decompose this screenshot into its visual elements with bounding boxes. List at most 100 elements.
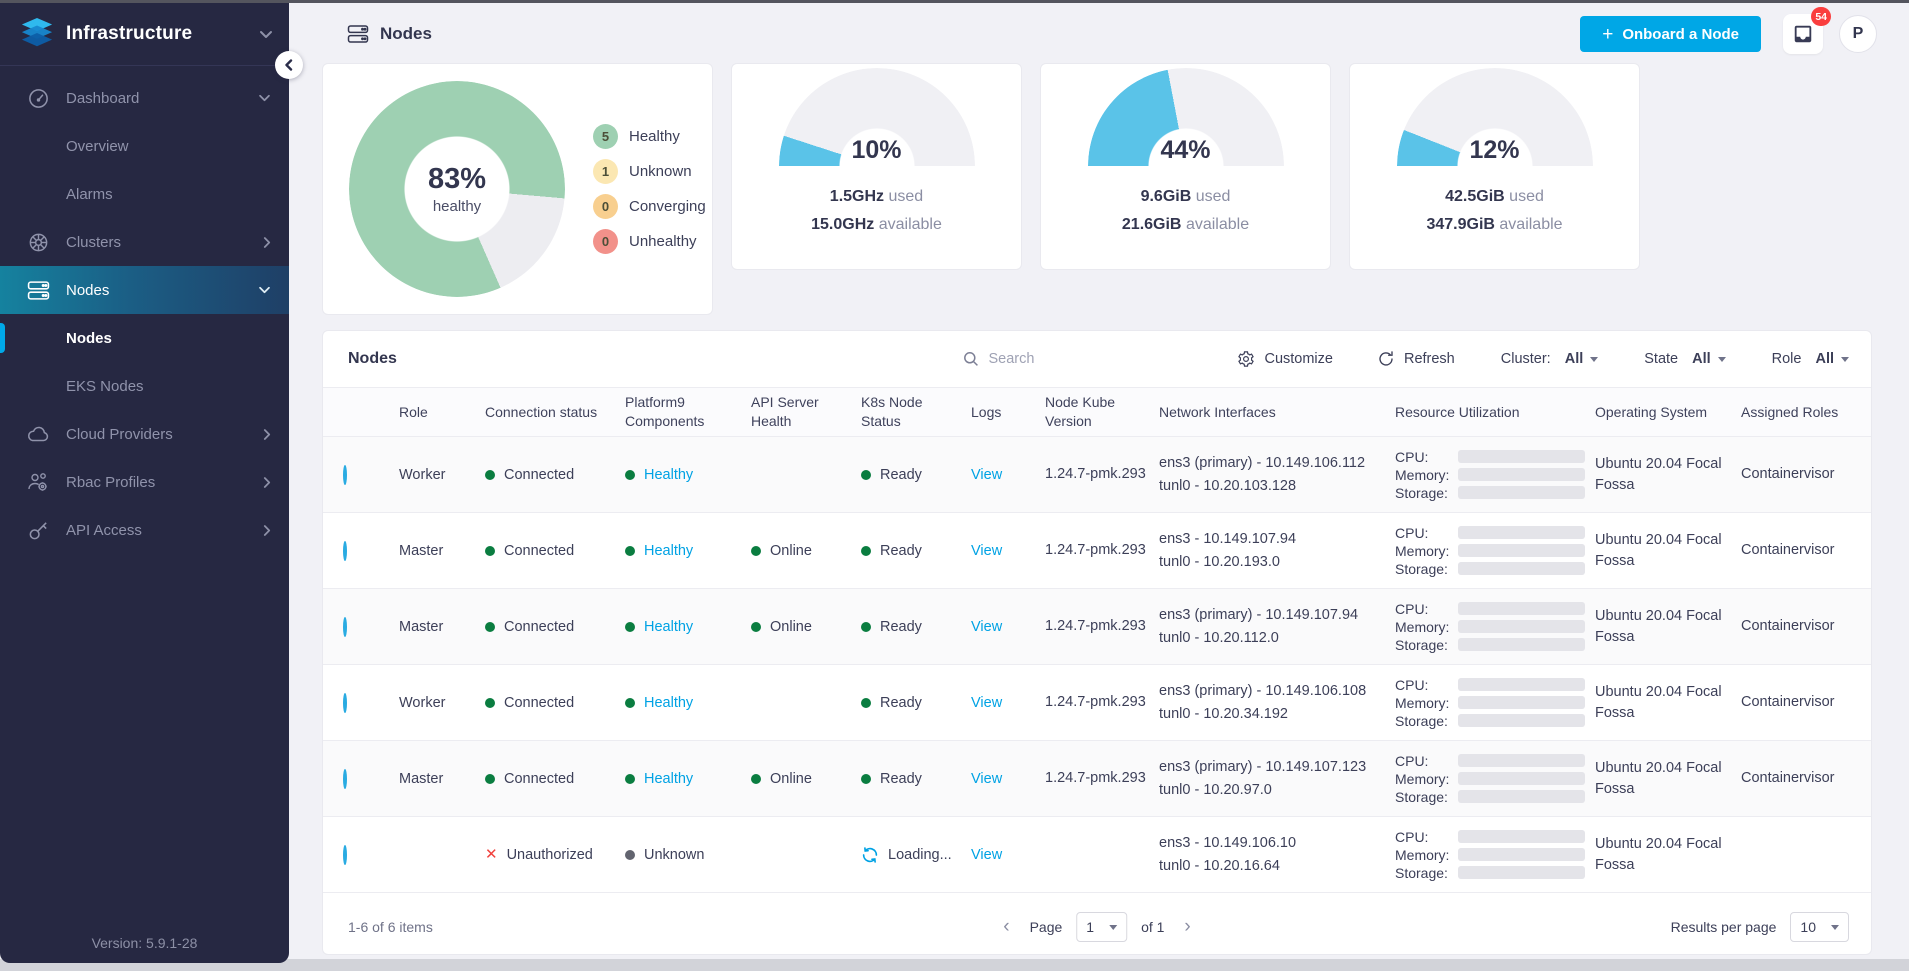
memory-bar	[1458, 620, 1585, 633]
view-logs-link[interactable]: View	[971, 467, 1002, 483]
page-select[interactable]: 1	[1076, 912, 1127, 942]
k8s-node-status-cell: Ready	[861, 467, 971, 483]
search-box[interactable]	[963, 351, 1193, 367]
avatar[interactable]: P	[1839, 15, 1877, 53]
status-text[interactable]: Healthy	[644, 695, 693, 711]
status-text: Connected	[504, 771, 574, 787]
filter-role[interactable]: Role All	[1772, 351, 1849, 367]
row-select-radio[interactable]	[343, 541, 347, 561]
caret-down-icon	[1718, 357, 1726, 362]
legend-item-unhealthy: 0Unhealthy	[593, 229, 706, 254]
plus-icon: +	[1602, 25, 1613, 44]
chevron-down-icon[interactable]	[259, 30, 273, 39]
view-logs-link[interactable]: View	[971, 847, 1002, 863]
resource-utilization-cell: CPU:Memory:Storage:	[1395, 523, 1595, 579]
donut-legend: 5Healthy1Unknown0Converging0Unhealthy	[593, 124, 706, 254]
results-per-page: Results per page 10	[1671, 912, 1849, 942]
resource-utilization-cell: CPU:Memory:Storage:	[1395, 827, 1595, 883]
filter-cluster-value: All	[1565, 351, 1584, 367]
chevron-right-icon	[263, 524, 271, 537]
sidebar-item-nodes[interactable]: Nodes	[0, 266, 289, 314]
results-select[interactable]: 10	[1790, 912, 1849, 942]
view-logs-link[interactable]: View	[971, 695, 1002, 711]
sidebar-collapse-button[interactable]	[275, 51, 303, 79]
status-text: Online	[770, 771, 812, 787]
network-interfaces-cell: ens3 - 10.149.107.94tunl0 - 10.20.193.0	[1159, 528, 1395, 573]
sidebar-subitem-nodes[interactable]: Nodes	[0, 314, 289, 362]
page-label: Page	[1030, 919, 1063, 935]
green-dot-icon	[861, 622, 871, 632]
resource-utilization-cell: CPU:Memory:Storage:	[1395, 447, 1595, 503]
green-dot-icon	[625, 470, 635, 480]
sidebar-subitem-alarms[interactable]: Alarms	[0, 170, 289, 218]
column-header-k8s-node-status: K8s Node Status	[861, 393, 971, 431]
pager: ‹ Page 1 of 1 ›	[997, 912, 1197, 942]
version-label: Version: 5.9.1-28	[0, 935, 289, 951]
view-logs-link[interactable]: View	[971, 771, 1002, 787]
kube-version-cell: 1.24.7-pmk.293	[1045, 692, 1159, 714]
resource-utilization-cell: CPU:Memory:Storage:	[1395, 751, 1595, 807]
row-select-radio[interactable]	[343, 465, 347, 485]
prev-page-icon[interactable]: ‹	[997, 916, 1015, 938]
search-input[interactable]	[988, 351, 1148, 367]
sidebar-item-dashboard[interactable]: Dashboard	[0, 74, 289, 122]
next-page-icon[interactable]: ›	[1178, 916, 1196, 938]
cpu-bar	[1458, 602, 1585, 615]
row-select-radio[interactable]	[343, 845, 347, 865]
sidebar-item-clusters[interactable]: Clusters	[0, 218, 289, 266]
notifications-button[interactable]: 54	[1783, 14, 1823, 54]
notification-badge: 54	[1811, 7, 1831, 26]
sidebar-item-cloud-providers[interactable]: Cloud Providers	[0, 410, 289, 458]
column-header-logs: Logs	[971, 403, 1045, 422]
sidebar-item-label: API Access	[66, 522, 263, 539]
column-header-resource-utilization: Resource Utilization	[1395, 403, 1595, 422]
filter-state[interactable]: State All	[1644, 351, 1725, 367]
gauge-percent: 44%	[1041, 136, 1330, 165]
filter-state-label: State	[1644, 351, 1678, 367]
customize-button[interactable]: Customize	[1237, 350, 1333, 368]
connection-status-cell: Connected	[485, 543, 625, 559]
items-summary: 1-6 of 6 items	[348, 919, 433, 935]
view-logs-link[interactable]: View	[971, 543, 1002, 559]
api-server-health-cell: Online	[751, 771, 861, 787]
logs-cell: View	[971, 771, 1045, 787]
column-header-connection-status: Connection status	[485, 403, 625, 422]
filter-role-label: Role	[1772, 351, 1802, 367]
row-select-radio[interactable]	[343, 693, 347, 713]
platform9-components-cell: Healthy	[625, 467, 751, 483]
brand-header[interactable]: Infrastructure	[0, 3, 289, 65]
onboard-node-button[interactable]: + Onboard a Node	[1580, 16, 1761, 52]
memory-bar	[1458, 848, 1585, 861]
gray-dot-icon	[625, 850, 635, 860]
assigned-roles-cell: Containervisor	[1741, 692, 1853, 712]
green-dot-icon	[485, 546, 495, 556]
status-text[interactable]: Healthy	[644, 543, 693, 559]
status-text: Connected	[504, 695, 574, 711]
legend-count-badge: 0	[593, 194, 618, 219]
sidebar-item-api-access[interactable]: API Access	[0, 506, 289, 554]
k8s-node-status-cell: Ready	[861, 695, 971, 711]
kube-version-cell: 1.24.7-pmk.293	[1045, 540, 1159, 562]
status-text[interactable]: Healthy	[644, 619, 693, 635]
sidebar-item-label: Rbac Profiles	[66, 474, 263, 491]
green-dot-icon	[751, 622, 761, 632]
refresh-button[interactable]: Refresh	[1377, 350, 1455, 368]
sidebar-subitem-overview[interactable]: Overview	[0, 122, 289, 170]
filter-state-value: All	[1692, 351, 1711, 367]
clusters-icon	[26, 230, 50, 254]
view-logs-link[interactable]: View	[971, 619, 1002, 635]
resource-utilization-cell: CPU:Memory:Storage:	[1395, 599, 1595, 655]
row-select-radio[interactable]	[343, 617, 347, 637]
connection-status-cell: Connected	[485, 771, 625, 787]
gauge-stats: 42.5GiB used347.9GiB available	[1350, 183, 1639, 239]
sidebar-item-rbac-profiles[interactable]: Rbac Profiles	[0, 458, 289, 506]
filter-cluster[interactable]: Cluster: All	[1501, 351, 1599, 367]
status-text[interactable]: Healthy	[644, 771, 693, 787]
table-row: MasterConnectedHealthyOnlineReadyView1.2…	[323, 741, 1871, 817]
sidebar-subitem-eks-nodes[interactable]: EKS Nodes	[0, 362, 289, 410]
status-text[interactable]: Healthy	[644, 467, 693, 483]
k8s-node-status-cell: Ready	[861, 771, 971, 787]
onboard-node-label: Onboard a Node	[1622, 26, 1739, 43]
network-interfaces-cell: ens3 (primary) - 10.149.106.112tunl0 - 1…	[1159, 452, 1395, 497]
row-select-radio[interactable]	[343, 769, 347, 789]
